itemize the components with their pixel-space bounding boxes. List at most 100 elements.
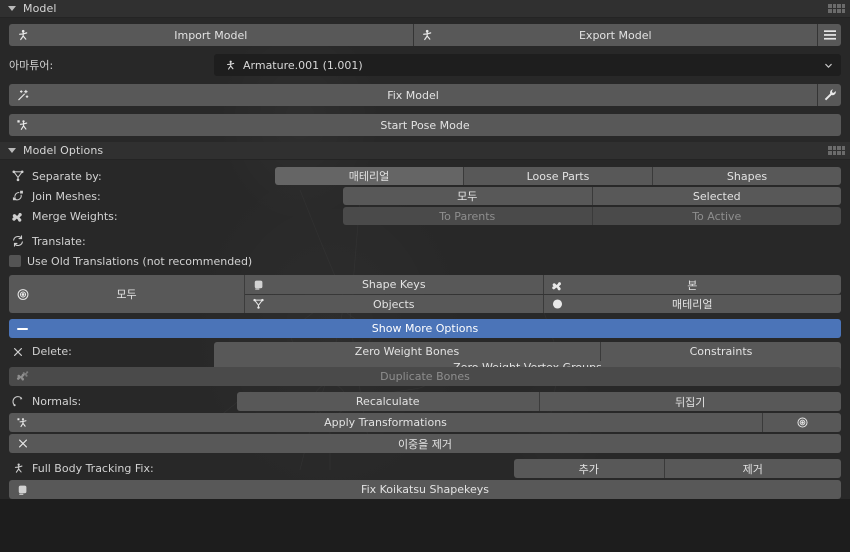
- translate-materials-label: 매테리얼: [672, 298, 713, 311]
- delete-row: Delete: Zero Weight Bones Constraints Ze…: [9, 342, 841, 374]
- translate-row: Translate:: [9, 233, 841, 249]
- refresh-icon: [9, 234, 27, 248]
- separate-by-option-loose-parts[interactable]: Loose Parts: [464, 167, 652, 185]
- minus-icon: [17, 327, 28, 330]
- use-old-translations-checkbox[interactable]: [9, 255, 21, 267]
- separate-by-option-label: Shapes: [726, 169, 768, 183]
- full-body-tracking-fix-add-button[interactable]: 추가: [514, 459, 664, 478]
- fbt-option-label: 제거: [742, 462, 763, 476]
- fbt-option-label: 추가: [578, 462, 599, 476]
- translate-shape-keys-label: Shape Keys: [361, 278, 426, 291]
- fix-model-row: Fix Model: [9, 84, 841, 106]
- normals-option-label: Recalculate: [355, 395, 420, 408]
- panel-body-model-options: Separate by: 매테리얼 Loose Parts Shapes Joi…: [0, 160, 850, 499]
- fix-model-label: Fix Model: [387, 88, 439, 102]
- armature-icon: [420, 28, 435, 43]
- collapse-triangle-icon[interactable]: [8, 6, 16, 11]
- show-more-options-row: Show More Options: [9, 319, 841, 338]
- wrench-icon: [823, 88, 837, 102]
- duplicate-bones-button[interactable]: Duplicate Bones: [9, 367, 841, 386]
- bones-icon: [15, 369, 30, 384]
- export-model-label: Export Model: [578, 28, 652, 42]
- full-body-tracking-fix-remove-button[interactable]: 제거: [664, 459, 841, 478]
- translate-label-text: Translate:: [32, 234, 86, 248]
- material-sphere-icon: [550, 297, 565, 312]
- translate-bones-button[interactable]: 본: [543, 275, 841, 294]
- merge-weights-option-label: To Active: [692, 209, 742, 223]
- apply-transformations-settings-button[interactable]: [763, 413, 841, 432]
- armature-icon: [15, 415, 30, 430]
- panel-body-model: Import Model Export Model 아마튜어: Armature…: [0, 18, 850, 142]
- pose-mode-icon: [15, 118, 30, 133]
- export-model-button[interactable]: Export Model: [413, 24, 817, 46]
- translate-all-button[interactable]: 모두: [9, 275, 244, 313]
- import-model-button[interactable]: Import Model: [9, 24, 413, 46]
- separate-by-option-shapes[interactable]: Shapes: [653, 167, 841, 185]
- apply-transformations-row: Apply Transformations: [9, 413, 841, 432]
- apply-transformations-button[interactable]: Apply Transformations: [9, 413, 762, 432]
- delete-constraints-button[interactable]: Constraints: [601, 342, 841, 361]
- armature-label-text: 아마튜어:: [9, 59, 54, 72]
- normals-flip-button[interactable]: 뒤집기: [539, 392, 841, 411]
- merge-weights-option-to-parents[interactable]: To Parents: [343, 207, 592, 225]
- remove-doubles-button[interactable]: 이중을 제거: [9, 434, 841, 453]
- full-body-tracking-fix-label: Full Body Tracking Fix:: [9, 459, 514, 478]
- import-model-label: Import Model: [174, 28, 248, 42]
- fix-model-button[interactable]: Fix Model: [9, 84, 817, 106]
- panel-header-model[interactable]: Model: [0, 0, 850, 18]
- translate-materials-button[interactable]: 매테리얼: [543, 295, 841, 313]
- target-icon: [796, 416, 809, 429]
- remove-doubles-label: 이중을 제거: [397, 437, 453, 451]
- normals-icon: [9, 395, 27, 408]
- chevron-down-icon[interactable]: [824, 61, 832, 69]
- separate-by-label-text: Separate by:: [32, 169, 102, 183]
- normals-recalculate-button[interactable]: Recalculate: [237, 392, 539, 411]
- normals-option-label: 뒤집기: [675, 395, 706, 409]
- join-meshes-row: Join Meshes: 모두 Selected: [9, 187, 841, 205]
- normals-label: Normals:: [9, 392, 237, 411]
- merge-weights-option-to-active[interactable]: To Active: [592, 207, 841, 225]
- separate-by-option-label: 매테리얼: [348, 170, 390, 183]
- join-meshes-option-selected[interactable]: Selected: [592, 187, 841, 205]
- start-pose-mode-button[interactable]: Start Pose Mode: [9, 114, 841, 136]
- translate-objects-button[interactable]: Objects: [245, 295, 543, 313]
- import-export-row: Import Model Export Model: [9, 24, 841, 46]
- panel-title-model: Model: [23, 2, 57, 15]
- merge-weights-label: Merge Weights:: [9, 207, 343, 225]
- blender-addon-panel: Model Import Model Export Model 아마튜어: Ar…: [0, 0, 850, 552]
- full-body-tracking-fix-label-text: Full Body Tracking Fix:: [32, 462, 154, 475]
- model-menu-button[interactable]: [818, 24, 841, 46]
- armature-value: Armature.001 (1.001): [243, 58, 363, 72]
- merge-weights-label-text: Merge Weights:: [32, 209, 118, 223]
- separate-by-option-material[interactable]: 매테리얼: [275, 167, 463, 185]
- use-old-translations-row[interactable]: Use Old Translations (not recommended): [9, 253, 841, 269]
- use-old-translations-label: Use Old Translations (not recommended): [27, 254, 253, 268]
- shapekey-icon: [251, 277, 266, 292]
- panel-grip-icon[interactable]: [828, 146, 845, 155]
- apply-transformations-label: Apply Transformations: [324, 416, 447, 429]
- join-meshes-option-all[interactable]: 모두: [343, 187, 592, 205]
- translate-all-label: 모두: [116, 288, 137, 301]
- armature-dropdown[interactable]: Armature.001 (1.001): [214, 54, 841, 76]
- merge-weights-row: Merge Weights: To Parents To Active: [9, 207, 841, 225]
- delete-label: Delete:: [9, 342, 214, 361]
- separate-by-row: Separate by: 매테리얼 Loose Parts Shapes: [9, 167, 841, 185]
- hamburger-icon: [823, 29, 837, 41]
- bone-icon: [9, 209, 27, 223]
- normals-row: Normals: Recalculate 뒤집기: [9, 392, 841, 411]
- fix-model-settings-button[interactable]: [818, 84, 841, 106]
- collapse-triangle-icon[interactable]: [8, 148, 16, 153]
- normals-label-text: Normals:: [32, 395, 82, 408]
- panel-header-model-options[interactable]: Model Options: [0, 142, 850, 160]
- armature-icon: [222, 57, 238, 73]
- fix-koikatsu-shapekeys-button[interactable]: Fix Koikatsu Shapekeys: [9, 480, 841, 499]
- join-icon: [9, 189, 27, 203]
- show-more-options-button[interactable]: Show More Options: [9, 319, 841, 338]
- armature-icon: [15, 28, 30, 43]
- translate-shape-keys-button[interactable]: Shape Keys: [245, 275, 543, 294]
- delete-zero-weight-bones-button[interactable]: Zero Weight Bones: [214, 342, 600, 361]
- x-icon: [15, 436, 30, 451]
- panel-grip-icon[interactable]: [828, 4, 845, 13]
- x-icon: [9, 346, 27, 358]
- translate-label: Translate:: [9, 233, 86, 249]
